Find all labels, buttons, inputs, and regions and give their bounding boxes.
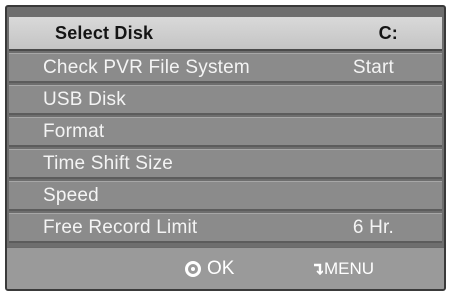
key-hint-bar: OK MENU — [7, 247, 444, 289]
menu-item-label: Time Shift Size — [43, 152, 174, 174]
return-arrow-icon — [314, 263, 323, 275]
menu-item-free-record-limit[interactable]: Free Record Limit 6 Hr. — [9, 213, 442, 243]
menu-item-speed[interactable]: Speed — [9, 181, 442, 211]
menu-item-label: Select Disk — [55, 22, 154, 43]
pvr-settings-menu: Select Disk C: Check PVR File System Sta… — [5, 5, 446, 291]
menu-item-label: Check PVR File System — [43, 56, 250, 78]
menu-item-label: Format — [43, 120, 105, 142]
ok-circle-icon — [185, 260, 201, 277]
menu-item-time-shift-size[interactable]: Time Shift Size — [9, 149, 442, 179]
menu-item-value: C: — [378, 22, 398, 43]
menu-item-value: 6 Hr. — [352, 216, 394, 238]
menu-item-label: Speed — [43, 184, 99, 206]
menu-label: MENU — [324, 258, 375, 278]
ok-label: OK — [207, 257, 235, 279]
menu-item-label: Free Record Limit — [43, 216, 198, 238]
menu-item-value: Start — [352, 56, 394, 78]
menu-item-check-pvr-file-system[interactable]: Check PVR File System Start — [9, 53, 442, 83]
menu-button[interactable]: MENU — [313, 248, 374, 289]
ok-button[interactable]: OK — [185, 248, 234, 289]
menu-item-select-disk[interactable]: Select Disk C: — [9, 17, 442, 51]
menu-item-format[interactable]: Format — [9, 117, 442, 147]
menu-item-label: USB Disk — [43, 88, 126, 110]
menu-item-usb-disk[interactable]: USB Disk — [9, 85, 442, 115]
